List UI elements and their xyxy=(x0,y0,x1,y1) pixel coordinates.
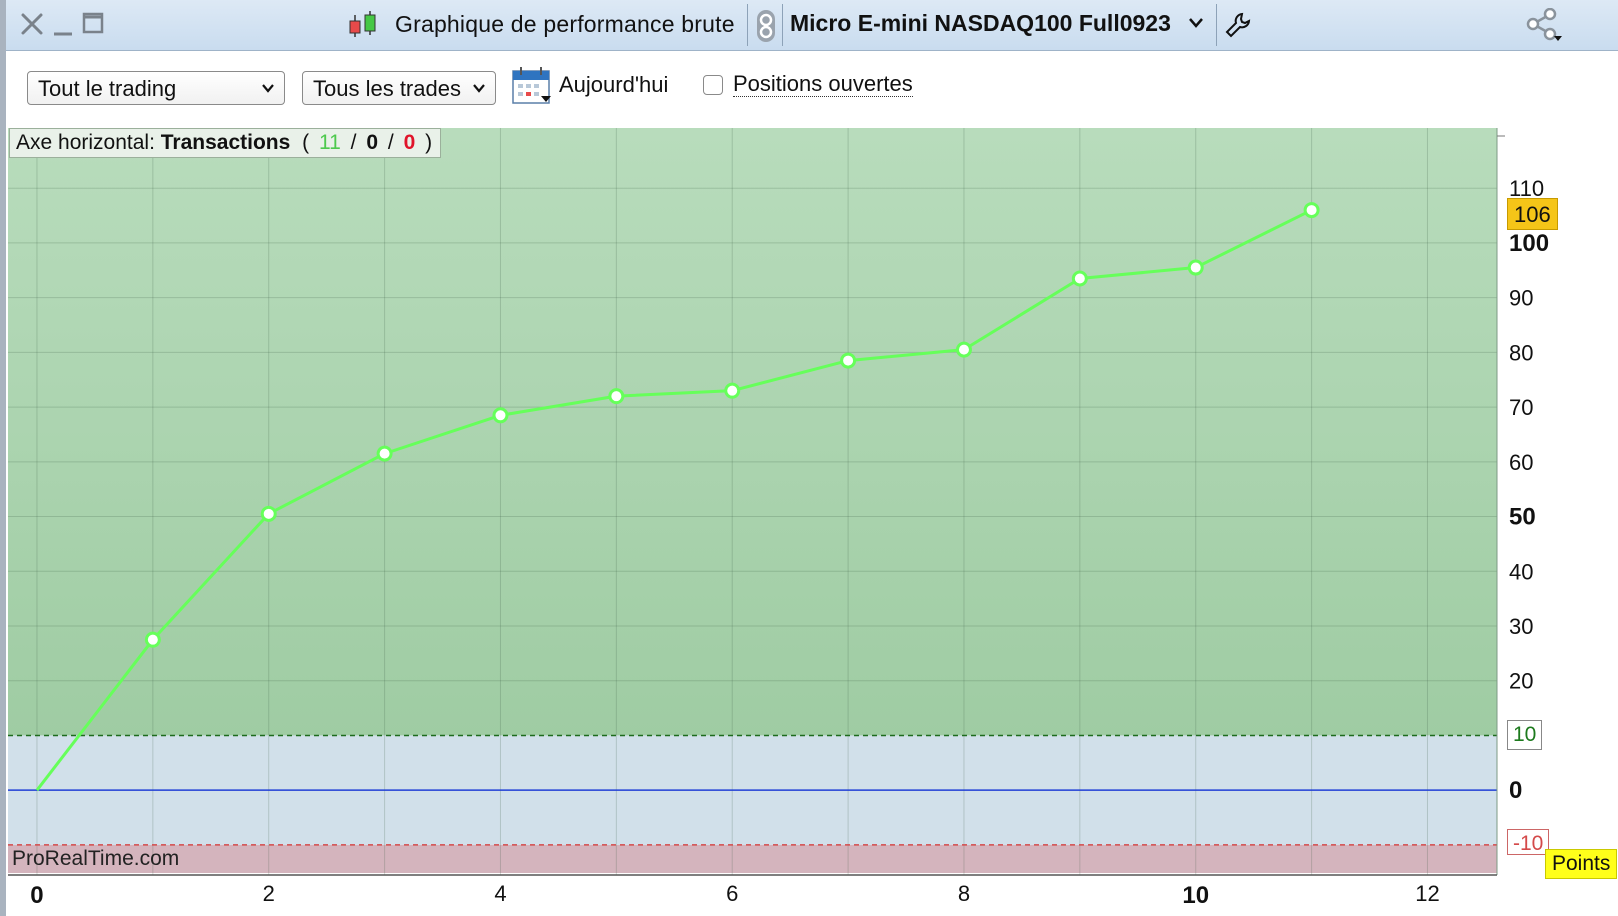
x-tick-label: 4 xyxy=(494,881,506,906)
legend-axis-name: Transactions xyxy=(160,131,291,154)
upper-threshold-badge: 10 xyxy=(1507,720,1543,750)
legend-neutral: 0 xyxy=(366,131,379,154)
legend-close-paren: ) xyxy=(425,131,433,154)
legend-separator: / xyxy=(350,131,357,154)
loss-zone xyxy=(8,844,1497,873)
data-point[interactable] xyxy=(608,388,625,405)
x-tick-label: 2 xyxy=(263,881,275,906)
legend-losers: 0 xyxy=(403,131,416,154)
profit-zone xyxy=(8,128,1497,736)
legend-winners: 11 xyxy=(319,131,341,154)
data-point[interactable] xyxy=(724,382,741,399)
y-tick-label: 50 xyxy=(1509,504,1536,531)
y-tick-label: 20 xyxy=(1509,669,1533,694)
y-tick-label: 0 xyxy=(1509,777,1522,804)
data-point[interactable] xyxy=(955,341,972,358)
legend-open-paren: ( xyxy=(302,131,310,154)
y-tick-label: 100 xyxy=(1509,230,1549,257)
x-tick-label: 0 xyxy=(30,882,43,909)
data-point[interactable] xyxy=(1071,270,1088,287)
unit-badge: Points xyxy=(1545,849,1618,879)
y-tick-label: 30 xyxy=(1509,614,1533,639)
data-point[interactable] xyxy=(840,352,857,369)
y-tick-label: 40 xyxy=(1509,559,1533,584)
x-tick-label: 12 xyxy=(1415,881,1439,906)
data-point[interactable] xyxy=(492,407,509,424)
y-tick-label: 90 xyxy=(1509,286,1533,311)
legend-separator: / xyxy=(387,131,394,154)
watermark: ProRealTime.com xyxy=(12,847,180,870)
y-tick-label: 70 xyxy=(1509,395,1533,420)
horizontal-axis-legend: Axe horizontal: Transactions ( 11 / 0 / … xyxy=(9,128,442,158)
data-point[interactable] xyxy=(144,631,161,648)
y-tick-label: 80 xyxy=(1509,340,1533,365)
data-point[interactable] xyxy=(376,445,393,462)
x-tick-label: 8 xyxy=(958,881,970,906)
lower-threshold-badge: -10 xyxy=(1507,829,1550,855)
last-value-badge: 106 xyxy=(1507,198,1558,230)
data-point[interactable] xyxy=(260,505,277,522)
data-point[interactable] xyxy=(1187,259,1204,276)
x-tick-label: 10 xyxy=(1182,882,1209,909)
x-tick-label: 6 xyxy=(726,881,738,906)
data-point[interactable] xyxy=(1303,202,1320,219)
y-tick-label: 60 xyxy=(1509,450,1533,475)
legend-prefix: Axe horizontal: xyxy=(16,131,155,154)
